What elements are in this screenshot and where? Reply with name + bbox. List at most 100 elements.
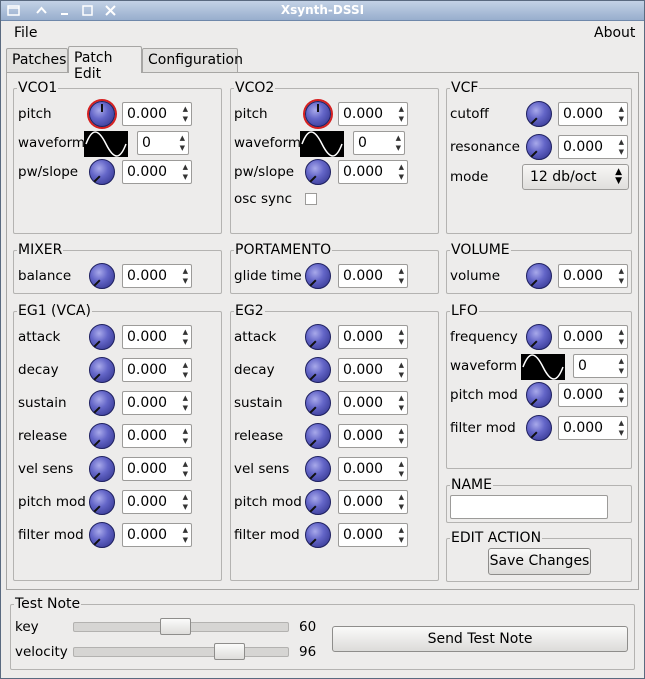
spin-up-icon[interactable]: ▲ [180, 135, 185, 142]
volume-knob[interactable] [526, 263, 552, 289]
eg2-row-knob[interactable] [305, 423, 331, 449]
lfo-filtermod-knob[interactable] [526, 415, 552, 441]
lfo-pitchmod-spinbox[interactable]: 0.000 ▲ ▼ [558, 383, 628, 407]
tab-patch-edit[interactable]: Patch Edit [68, 46, 142, 82]
spin-up-icon[interactable]: ▲ [399, 494, 404, 501]
spin-up-icon[interactable]: ▲ [399, 428, 404, 435]
eg2-row-spinbox[interactable]: 0.000 ▲ ▼ [338, 424, 408, 448]
eg1-row-spinbox[interactable]: 0.000 ▲ ▼ [122, 457, 192, 481]
vco1-pitch-knob[interactable] [89, 101, 115, 127]
spin-up-icon[interactable]: ▲ [399, 164, 404, 171]
spin-up-icon[interactable]: ▲ [183, 329, 188, 336]
spin-down-icon[interactable]: ▼ [183, 116, 188, 123]
eg1-row-knob[interactable] [89, 522, 115, 548]
spin-down-icon[interactable]: ▼ [180, 145, 185, 152]
vco1-pw-knob[interactable] [89, 159, 115, 185]
spin-down-icon[interactable]: ▼ [399, 438, 404, 445]
eg2-row-knob[interactable] [305, 324, 331, 350]
patch-name-input[interactable] [450, 495, 608, 519]
eg1-row-spinbox[interactable]: 0.000 ▲ ▼ [122, 391, 192, 415]
spin-up-icon[interactable]: ▲ [183, 395, 188, 402]
lfo-frequency-knob[interactable] [526, 324, 552, 350]
spin-up-icon[interactable]: ▲ [183, 362, 188, 369]
eg1-row-spinbox[interactable]: 0.000 ▲ ▼ [122, 523, 192, 547]
spin-down-icon[interactable]: ▼ [183, 471, 188, 478]
eg2-row-knob[interactable] [305, 489, 331, 515]
spin-down-icon[interactable]: ▼ [399, 372, 404, 379]
spin-up-icon[interactable]: ▲ [183, 268, 188, 275]
spin-up-icon[interactable]: ▲ [399, 106, 404, 113]
tab-configuration[interactable]: Configuration [142, 48, 243, 72]
spin-down-icon[interactable]: ▼ [619, 116, 624, 123]
spin-down-icon[interactable]: ▼ [619, 278, 624, 285]
spin-down-icon[interactable]: ▼ [183, 438, 188, 445]
spin-up-icon[interactable]: ▲ [619, 420, 624, 427]
spin-up-icon[interactable]: ▲ [399, 268, 404, 275]
spin-down-icon[interactable]: ▼ [399, 278, 404, 285]
eg1-row-knob[interactable] [89, 390, 115, 416]
eg2-row-spinbox[interactable]: 0.000 ▲ ▼ [338, 523, 408, 547]
eg1-row-spinbox[interactable]: 0.000 ▲ ▼ [122, 490, 192, 514]
spin-down-icon[interactable]: ▼ [183, 174, 188, 181]
spin-up-icon[interactable]: ▲ [183, 461, 188, 468]
eg1-row-knob[interactable] [89, 456, 115, 482]
eg1-row-spinbox[interactable]: 0.000 ▲ ▼ [122, 358, 192, 382]
eg1-row-knob[interactable] [89, 423, 115, 449]
spin-up-icon[interactable]: ▲ [619, 387, 624, 394]
eg1-row-knob[interactable] [89, 324, 115, 350]
spin-up-icon[interactable]: ▲ [619, 358, 624, 365]
eg2-row-spinbox[interactable]: 0.000 ▲ ▼ [338, 358, 408, 382]
eg2-row-spinbox[interactable]: 0.000 ▲ ▼ [338, 490, 408, 514]
spin-up-icon[interactable]: ▲ [183, 106, 188, 113]
spin-down-icon[interactable]: ▼ [183, 339, 188, 346]
spin-up-icon[interactable]: ▲ [619, 106, 624, 113]
vco2-pw-knob[interactable] [305, 159, 331, 185]
velocity-slider[interactable] [73, 647, 289, 657]
velocity-slider-handle[interactable] [213, 643, 245, 660]
eg2-row-spinbox[interactable]: 0.000 ▲ ▼ [338, 391, 408, 415]
osc-sync-checkbox[interactable] [305, 193, 317, 205]
menu-about[interactable]: About [594, 25, 635, 41]
vcf-mode-select[interactable]: 12 db/oct ▲ ▼ [522, 164, 629, 190]
mixer-balance-spinbox[interactable]: 0.000 ▲ ▼ [122, 264, 192, 288]
spin-up-icon[interactable]: ▲ [183, 527, 188, 534]
eg1-row-spinbox[interactable]: 0.000 ▲ ▼ [122, 325, 192, 349]
spin-down-icon[interactable]: ▼ [183, 537, 188, 544]
spin-down-icon[interactable]: ▼ [399, 116, 404, 123]
eg2-row-knob[interactable] [305, 522, 331, 548]
lfo-filtermod-spinbox[interactable]: 0.000 ▲ ▼ [558, 416, 628, 440]
spin-up-icon[interactable]: ▲ [399, 527, 404, 534]
spin-down-icon[interactable]: ▼ [619, 397, 624, 404]
spin-up-icon[interactable]: ▲ [183, 494, 188, 501]
spin-up-icon[interactable]: ▲ [183, 164, 188, 171]
spin-down-icon[interactable]: ▼ [619, 149, 624, 156]
spin-down-icon[interactable]: ▼ [183, 372, 188, 379]
spin-down-icon[interactable]: ▼ [619, 430, 624, 437]
eg1-row-knob[interactable] [89, 357, 115, 383]
spin-down-icon[interactable]: ▼ [399, 471, 404, 478]
spin-down-icon[interactable]: ▼ [399, 537, 404, 544]
vco1-waveform-spinbox[interactable]: 0 ▲ ▼ [137, 131, 189, 155]
spin-down-icon[interactable]: ▼ [396, 145, 401, 152]
volume-spinbox[interactable]: 0.000 ▲ ▼ [558, 264, 628, 288]
glide-time-knob[interactable] [305, 263, 331, 289]
vcf-cutoff-knob[interactable] [526, 101, 552, 127]
eg2-row-knob[interactable] [305, 357, 331, 383]
title-bar[interactable]: Xsynth-DSSI [1, 1, 644, 21]
spin-up-icon[interactable]: ▲ [399, 362, 404, 369]
lfo-frequency-spinbox[interactable]: 0.000 ▲ ▼ [558, 325, 628, 349]
spin-up-icon[interactable]: ▲ [619, 329, 624, 336]
vcf-resonance-knob[interactable] [526, 134, 552, 160]
spin-down-icon[interactable]: ▼ [399, 174, 404, 181]
save-changes-button[interactable]: Save Changes [488, 548, 591, 575]
spin-up-icon[interactable]: ▲ [399, 395, 404, 402]
menu-file[interactable]: File [14, 25, 37, 41]
send-test-note-button[interactable]: Send Test Note [332, 626, 628, 652]
vco2-pitch-spinbox[interactable]: 0.000 ▲ ▼ [338, 102, 408, 126]
key-slider-handle[interactable] [159, 618, 191, 635]
spin-down-icon[interactable]: ▼ [183, 405, 188, 412]
spin-down-icon[interactable]: ▼ [399, 504, 404, 511]
eg1-row-knob[interactable] [89, 489, 115, 515]
spin-up-icon[interactable]: ▲ [619, 139, 624, 146]
spin-up-icon[interactable]: ▲ [399, 329, 404, 336]
